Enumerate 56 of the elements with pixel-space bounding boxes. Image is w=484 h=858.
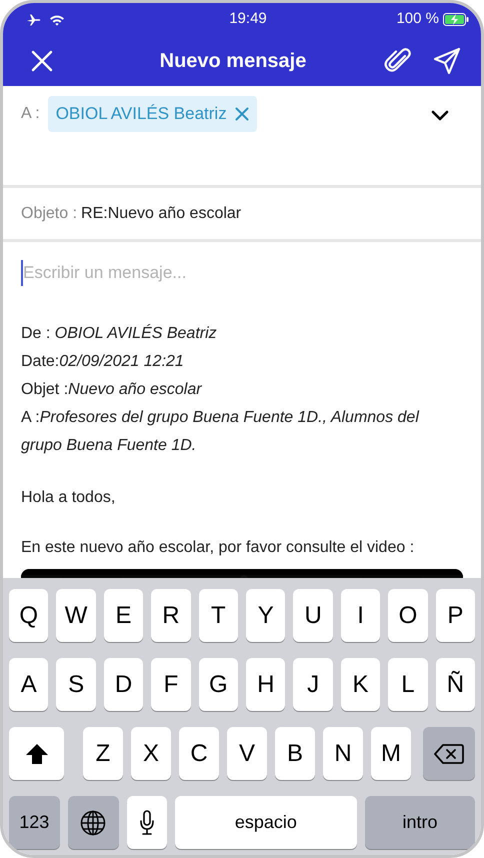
backspace-icon: [434, 744, 464, 764]
shift-arrow-icon: [24, 742, 48, 764]
letter-key[interactable]: M: [371, 727, 411, 780]
letter-key[interactable]: W: [56, 589, 96, 642]
letter-key[interactable]: F: [151, 658, 191, 711]
return-key[interactable]: intro: [365, 796, 475, 849]
wifi-icon: [49, 14, 65, 26]
letter-key[interactable]: L: [388, 658, 428, 711]
microphone-icon: [138, 810, 155, 836]
letter-key[interactable]: R: [151, 589, 191, 642]
letter-key[interactable]: I: [340, 589, 380, 642]
quote-line: A :Profesores del grupo Buena Fuente 1D., Alumnos del grupo Buena Fuente 1D.: [21, 408, 420, 456]
letter-key[interactable]: T: [198, 589, 238, 642]
subject-value[interactable]: RE:Nuevo año escolar: [81, 202, 242, 226]
screen-title: Nuevo mensaje: [160, 49, 306, 74]
shift-key[interactable]: [9, 727, 64, 780]
airplane-icon: [27, 14, 41, 26]
letter-key[interactable]: C: [179, 727, 219, 780]
status-time: 19:49: [229, 9, 267, 30]
space-key[interactable]: espacio: [174, 796, 358, 849]
letter-key[interactable]: V: [227, 727, 267, 780]
letter-key[interactable]: Y: [246, 589, 286, 642]
letter-key[interactable]: H: [246, 658, 286, 711]
close-button[interactable]: [29, 48, 55, 74]
numbers-key[interactable]: 123: [9, 796, 60, 849]
to-label: A :: [21, 104, 40, 124]
message-paragraph: En este nuevo año escolar, por favor consulte el video :: [21, 538, 416, 558]
letter-key[interactable]: K: [340, 658, 380, 711]
globe-icon: [80, 810, 106, 836]
battery-charging-icon: [442, 13, 469, 26]
letter-key[interactable]: U: [293, 589, 333, 642]
letter-key[interactable]: O: [388, 589, 428, 642]
letter-key[interactable]: P: [436, 589, 476, 642]
battery-percentage: 100 %: [396, 9, 439, 30]
letter-key[interactable]: D: [104, 658, 144, 711]
letter-key[interactable]: Z: [83, 727, 123, 780]
letter-key[interactable]: X: [131, 727, 171, 780]
message-paragraph: Hola a todos,: [21, 488, 116, 508]
chevron-down-icon[interactable]: [429, 108, 451, 123]
backspace-key[interactable]: [423, 727, 475, 780]
letter-key[interactable]: Ñ: [436, 658, 476, 711]
quote-line: Objet :Nuevo año escolar: [21, 380, 203, 400]
quote-line: De : OBIOL AVILÉS Beatriz: [21, 323, 218, 344]
microphone-key[interactable]: [127, 796, 167, 849]
close-icon: [234, 106, 249, 121]
letter-key[interactable]: G: [198, 658, 238, 711]
letter-key[interactable]: E: [104, 589, 144, 642]
letter-key[interactable]: J: [293, 658, 333, 711]
quote-line: Date:02/09/2021 12:21: [21, 352, 185, 372]
globe-key[interactable]: [68, 796, 120, 849]
subject-label: Objeto :: [21, 204, 78, 224]
letter-key[interactable]: S: [56, 658, 96, 711]
letter-key[interactable]: B: [275, 727, 315, 780]
letter-key[interactable]: N: [323, 727, 363, 780]
letter-key[interactable]: A: [9, 658, 48, 711]
letter-key[interactable]: Q: [9, 589, 48, 642]
